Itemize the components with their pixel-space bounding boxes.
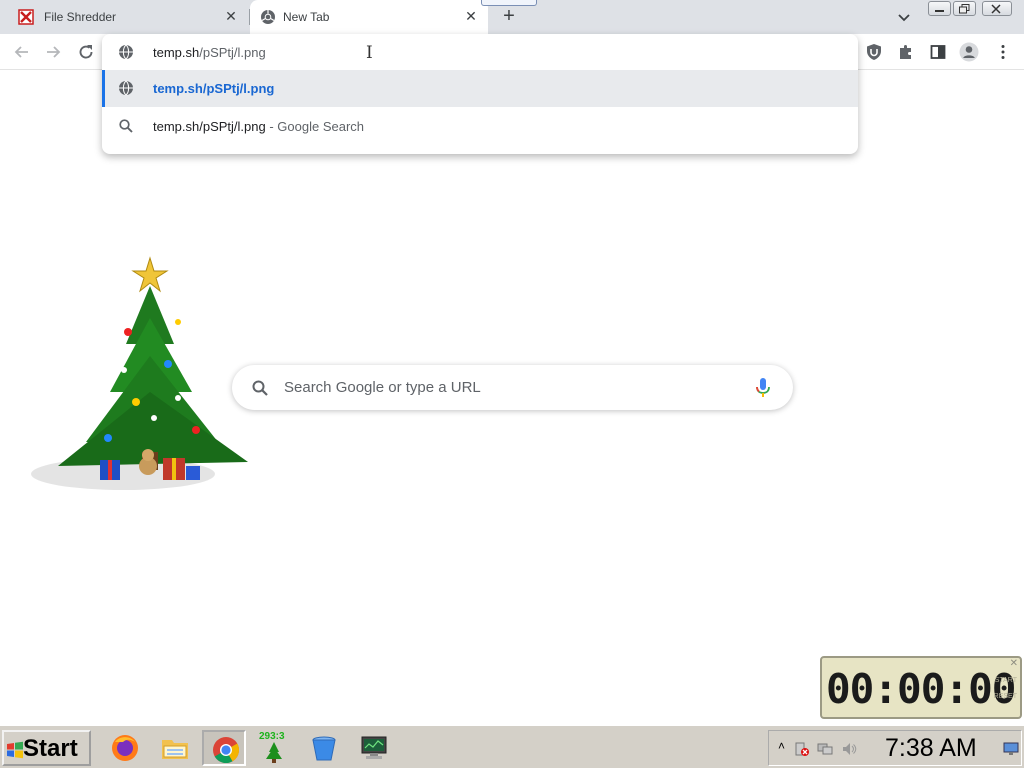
- chrome-taskbar-button[interactable]: [202, 730, 246, 766]
- back-arrow-icon[interactable]: [12, 42, 32, 62]
- network-icon[interactable]: [817, 741, 833, 757]
- ntp-search-box[interactable]: Search Google or type a URL: [232, 365, 793, 410]
- minimize-button[interactable]: [928, 1, 951, 16]
- windows-flag-icon: [7, 741, 23, 759]
- tab-file-shredder[interactable]: File Shredder ✕: [0, 0, 248, 34]
- profile-avatar-icon[interactable]: [959, 42, 979, 62]
- volume-icon[interactable]: [841, 741, 857, 757]
- tab-title: File Shredder: [44, 10, 117, 24]
- file-explorer-taskbar-button[interactable]: [153, 730, 197, 766]
- stopwatch-reset-button[interactable]: RESET: [994, 693, 1017, 700]
- restore-icon: [959, 4, 970, 14]
- tab-title: New Tab: [283, 10, 330, 24]
- file-shredder-icon: [18, 9, 34, 25]
- tab-new-tab[interactable]: New Tab ✕: [250, 0, 488, 34]
- christmas-tree-image: [31, 256, 248, 490]
- chevron-down-icon[interactable]: [896, 9, 912, 25]
- tray-expand-icon[interactable]: ˄: [778, 739, 785, 753]
- desktop-icon[interactable]: [1003, 742, 1019, 756]
- taskbar: Start 293:3 ˄ 7:38 AM: [0, 725, 1024, 768]
- reload-icon[interactable]: [76, 42, 96, 62]
- firefox-icon: [112, 735, 138, 761]
- stopwatch-start-button[interactable]: START: [995, 677, 1017, 684]
- globe-icon: [119, 44, 133, 60]
- chrome-icon: [213, 737, 240, 764]
- omnibox-dropdown: temp.sh/pSPtj/l.png I temp.sh/pSPtj/l.pn…: [102, 34, 858, 154]
- kebab-menu-icon[interactable]: [994, 43, 1012, 61]
- security-alert-icon[interactable]: [794, 741, 810, 757]
- search-placeholder: Search Google or type a URL: [284, 379, 481, 396]
- globe-icon: [119, 80, 133, 96]
- omnibox-suggestion[interactable]: temp.sh/pSPtj/l.png: [102, 70, 858, 107]
- search-icon: [119, 119, 133, 133]
- stopwatch-display: 00:00:00: [826, 665, 1016, 713]
- mini-tree-icon: [266, 742, 282, 763]
- minimize-icon: [935, 10, 944, 12]
- gadget-close-button[interactable]: ✕: [1010, 658, 1018, 669]
- tab-strip: File Shredder ✕ New Tab ✕ +: [0, 0, 1024, 34]
- folder-icon: [162, 740, 188, 759]
- text-cursor-icon: I: [366, 43, 373, 63]
- close-icon: [991, 4, 1001, 14]
- recycle-bin-taskbar-button[interactable]: [302, 730, 346, 766]
- firefox-taskbar-button[interactable]: [103, 730, 147, 766]
- restore-button[interactable]: [953, 1, 976, 16]
- suggestion-engine: - Google Search: [265, 119, 365, 134]
- omnibox-path: /pSPtj/l.png: [199, 45, 266, 60]
- omnibox-input[interactable]: temp.sh/pSPtj/l.png I: [102, 34, 858, 70]
- monitor-icon: [361, 736, 387, 759]
- window-drag-indicator: [481, 0, 537, 6]
- search-icon: [252, 380, 268, 396]
- start-label: Start: [23, 735, 78, 762]
- new-tab-button[interactable]: +: [498, 6, 520, 28]
- microphone-icon[interactable]: [754, 377, 772, 399]
- tab-close-icon[interactable]: ✕: [223, 8, 239, 24]
- recycle-bin-icon: [312, 736, 336, 761]
- ublock-shield-icon[interactable]: [865, 43, 883, 61]
- system-tray: ˄ 7:38 AM: [768, 730, 1022, 766]
- omnibox-host: temp.sh: [153, 45, 200, 60]
- suggestion-text: temp.sh/pSPtj/l.png: [153, 81, 275, 96]
- side-panel-icon[interactable]: [929, 43, 947, 61]
- tree-countdown-taskbar-button[interactable]: 293:3: [252, 730, 296, 766]
- omnibox-suggestion[interactable]: temp.sh/pSPtj/l.png - Google Search: [102, 108, 858, 145]
- forward-arrow-icon[interactable]: [43, 42, 63, 62]
- taskbar-clock[interactable]: 7:38 AM: [885, 734, 977, 763]
- extensions-puzzle-icon[interactable]: [897, 43, 915, 61]
- chrome-icon: [261, 10, 275, 24]
- tab-close-icon[interactable]: ✕: [463, 8, 479, 24]
- system-monitor-taskbar-button[interactable]: [352, 730, 396, 766]
- close-window-button[interactable]: [982, 1, 1012, 16]
- selection-indicator: [102, 70, 105, 107]
- omnibox-text[interactable]: temp.sh/pSPtj/l.png: [153, 45, 266, 60]
- stopwatch-gadget: 00:00:00 ✕ START RESET: [820, 656, 1022, 719]
- suggestion-text: temp.sh/pSPtj/l.png - Google Search: [153, 119, 364, 134]
- suggestion-query: temp.sh/pSPtj/l.png: [153, 119, 266, 134]
- start-button[interactable]: Start: [2, 730, 91, 766]
